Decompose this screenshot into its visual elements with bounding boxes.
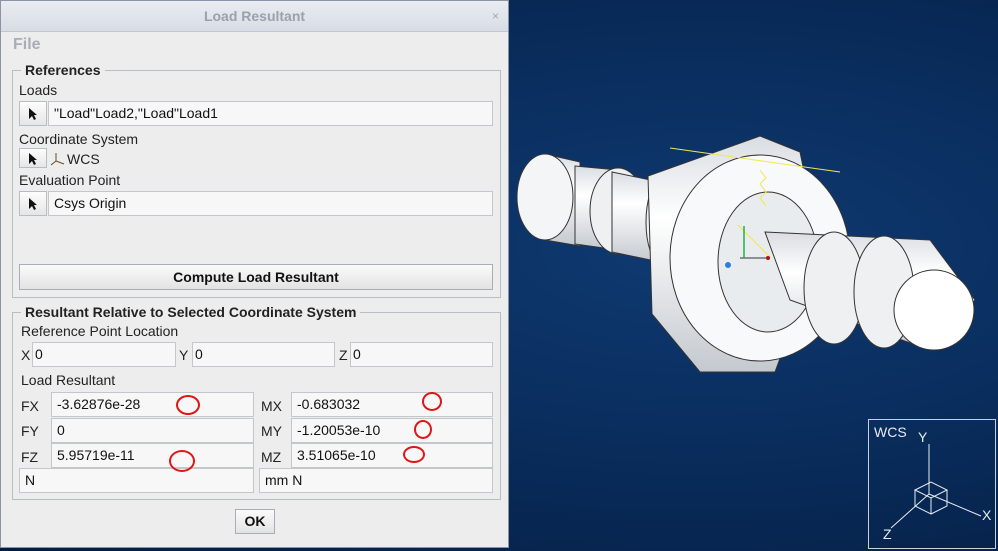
close-icon[interactable]: × [492, 9, 499, 23]
fx-field[interactable]: -3.62876e-28 [51, 392, 254, 417]
load-resultant-dialog: Load Resultant × File References Loads "… [0, 0, 509, 548]
reference-point-label: Reference Point Location [21, 323, 179, 339]
y-field[interactable]: 0 [192, 342, 335, 367]
arrow-cursor-icon [29, 198, 37, 210]
fz-field[interactable]: 5.95719e-11 [51, 443, 254, 468]
csys-value: WCS [67, 151, 100, 167]
csys-picker-button[interactable] [19, 148, 47, 168]
menu-bar: File [1, 32, 508, 58]
moment-unit-field[interactable]: mm N [259, 468, 493, 493]
dialog-title: Load Resultant [203, 8, 306, 24]
title-bar[interactable]: Load Resultant × [1, 1, 508, 32]
compute-load-resultant-button[interactable]: Compute Load Resultant [19, 264, 493, 290]
annotation-circle-my [414, 420, 432, 439]
csys-label: Coordinate System [19, 131, 139, 147]
evaluation-point-field[interactable]: Csys Origin [48, 191, 493, 216]
fy-label: FY [21, 423, 39, 439]
annotation-circle-mz [403, 446, 425, 463]
x-field[interactable]: 0 [32, 342, 176, 367]
ok-button[interactable]: OK [235, 509, 275, 534]
arrow-cursor-icon [29, 108, 37, 120]
mz-label: MZ [261, 449, 282, 465]
x-label: X [21, 347, 31, 363]
fx-label: FX [21, 398, 39, 414]
arrow-cursor-icon [29, 153, 37, 165]
loads-label: Loads [19, 82, 58, 98]
resultant-legend: Resultant Relative to Selected Coordinat… [21, 304, 361, 320]
evaluation-point-label: Evaluation Point [19, 172, 121, 188]
menu-file[interactable]: File [13, 36, 41, 54]
my-label: MY [261, 423, 282, 439]
triad-axes-icon [890, 444, 982, 529]
wcs-triad: WCS Y X Z [868, 419, 996, 549]
annotation-circle-fx [176, 395, 200, 415]
mx-field[interactable]: -0.683032 [291, 392, 493, 417]
annotation-circle-mx [422, 392, 442, 411]
fy-field[interactable]: 0 [51, 418, 254, 443]
csys-icon [50, 153, 65, 166]
load-resultant-label: Load Resultant [21, 372, 116, 388]
loads-field[interactable]: "Load"Load2,"Load"Load1 [48, 101, 493, 126]
y-label: Y [179, 347, 189, 363]
references-legend: References [21, 62, 105, 78]
evaluation-point-picker-button[interactable] [19, 191, 47, 216]
fz-label: FZ [21, 449, 39, 465]
loads-picker-button[interactable] [19, 101, 47, 126]
annotation-circle-fz [169, 450, 195, 472]
z-label: Z [339, 347, 348, 363]
mz-field[interactable]: 3.51065e-10 [291, 443, 493, 468]
force-unit-field[interactable]: N [19, 468, 254, 493]
z-field[interactable]: 0 [350, 342, 493, 367]
mx-label: MX [261, 398, 282, 414]
my-field[interactable]: -1.20053e-10 [291, 418, 493, 443]
